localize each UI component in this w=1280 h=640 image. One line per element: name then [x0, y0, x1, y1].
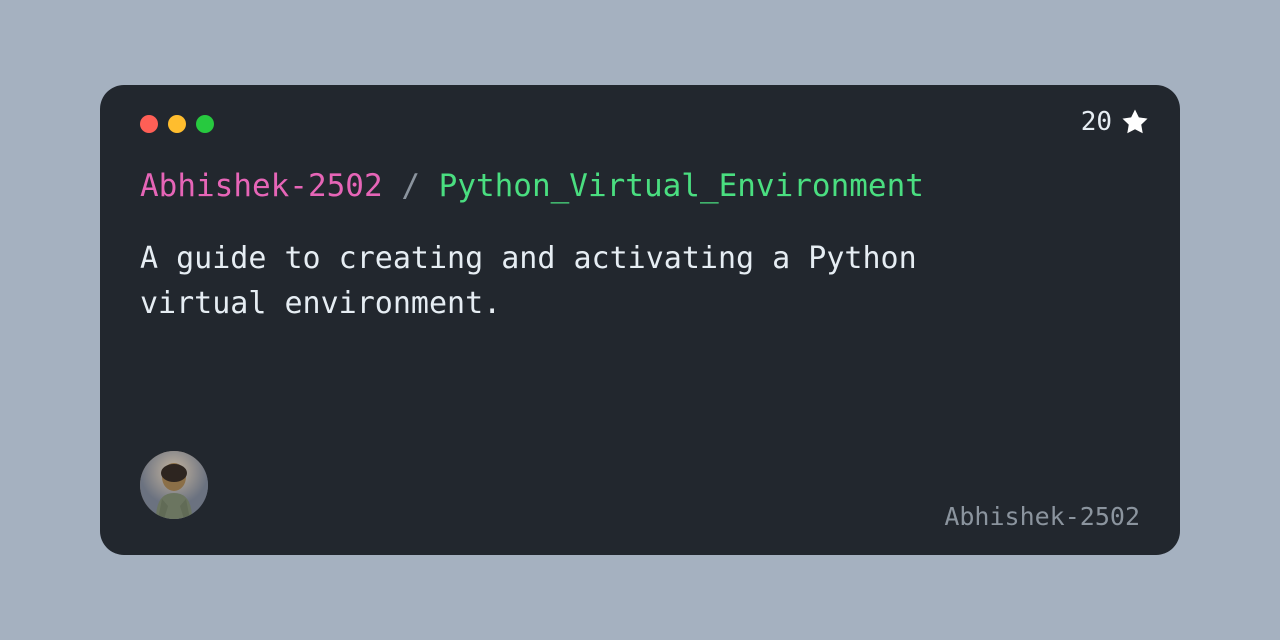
traffic-light-green: [196, 115, 214, 133]
repo-card: 20 Abhishek-2502 / Python_Virtual_Enviro…: [100, 85, 1180, 555]
star-count: 20: [1081, 107, 1112, 137]
repo-title: Abhishek-2502 / Python_Virtual_Environme…: [140, 165, 1140, 208]
avatar: [140, 451, 208, 519]
title-separator: /: [401, 168, 420, 204]
star-section: 20: [1081, 107, 1150, 137]
star-icon: [1120, 107, 1150, 137]
repo-name[interactable]: Python_Virtual_Environment: [439, 168, 924, 204]
repo-owner[interactable]: Abhishek-2502: [140, 168, 383, 204]
traffic-lights: [140, 115, 1140, 133]
username-label: Abhishek-2502: [944, 502, 1140, 531]
repo-description: A guide to creating and activating a Pyt…: [140, 236, 1060, 326]
traffic-light-yellow: [168, 115, 186, 133]
traffic-light-red: [140, 115, 158, 133]
